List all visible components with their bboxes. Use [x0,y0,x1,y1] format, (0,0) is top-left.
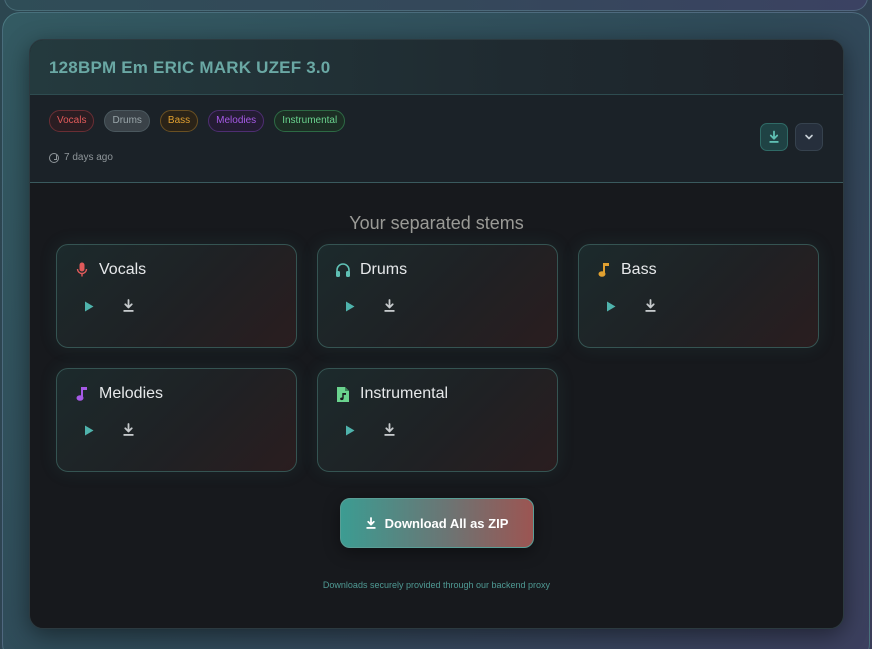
stem-card-vocals: Vocals [56,244,297,348]
chevron-down-icon [805,134,813,140]
download-icon [384,423,394,436]
download-stem-button[interactable] [382,299,396,313]
tag-vocals: Vocals [49,110,95,132]
download-icon [384,299,394,312]
play-button[interactable] [343,299,357,313]
play-icon [85,425,94,435]
section-title: Your separated stems [349,213,524,233]
stem-label: Bass [621,261,657,278]
download-icon [123,423,133,436]
play-icon [346,301,355,311]
track-card: 128BPM Em ERIC MARK UZEF 3.0 Vocals Drum… [29,39,844,629]
download-track-button[interactable] [760,123,788,151]
track-title: 128BPM Em ERIC MARK UZEF 3.0 [49,58,331,77]
play-button[interactable] [82,423,96,437]
play-button[interactable] [343,423,357,437]
time-ago-text: 7 days ago [64,152,113,163]
stems-grid: Vocals Drums Bass Melodies Instrumental [56,244,819,472]
music-note-icon [596,261,612,279]
stem-card-instrumental: Instrumental [317,368,558,472]
download-icon [366,516,376,529]
stem-label: Drums [360,261,408,278]
download-stem-button[interactable] [382,423,396,437]
stem-label: Instrumental [360,385,449,402]
previous-card-edge [4,0,868,11]
stems-section: Your separated stems Vocals Drums Bass M… [30,213,843,590]
download-stem-button[interactable] [643,299,657,313]
play-button[interactable] [604,299,618,313]
stem-card-melodies: Melodies [56,368,297,472]
expand-toggle-button[interactable] [795,123,823,151]
clock-icon [49,152,59,163]
zip-button-label: Download All as ZIP [384,515,509,531]
download-icon [769,130,779,143]
music-note-icon [74,385,90,403]
card-header: 128BPM Em ERIC MARK UZEF 3.0 [30,40,843,95]
track-meta: Vocals Drums Bass Melodies Instrumental … [30,95,843,183]
headphones-icon [335,261,351,279]
download-icon [123,299,133,312]
stem-tags: Vocals Drums Bass Melodies Instrumental [49,110,824,132]
download-icon [645,299,655,312]
download-stem-button[interactable] [121,299,135,313]
play-icon [346,425,355,435]
stem-card-bass: Bass [578,244,819,348]
stem-label: Melodies [99,385,164,402]
tag-drums: Drums [104,110,150,132]
tag-melodies: Melodies [208,110,265,132]
stem-label: Vocals [99,261,147,278]
download-stem-button[interactable] [121,423,135,437]
footnote: Downloads securely provided through our … [322,580,551,590]
stem-card-drums: Drums [317,244,558,348]
timestamp: 7 days ago [49,152,824,163]
tag-bass: Bass [159,110,199,132]
play-button[interactable] [82,299,96,313]
download-zip-button[interactable]: Download All as ZIP [339,498,534,548]
tag-instrumental: Instrumental [274,110,346,132]
play-icon [85,301,94,311]
play-icon [607,301,616,311]
microphone-icon [74,261,90,279]
audio-file-icon [335,385,351,403]
